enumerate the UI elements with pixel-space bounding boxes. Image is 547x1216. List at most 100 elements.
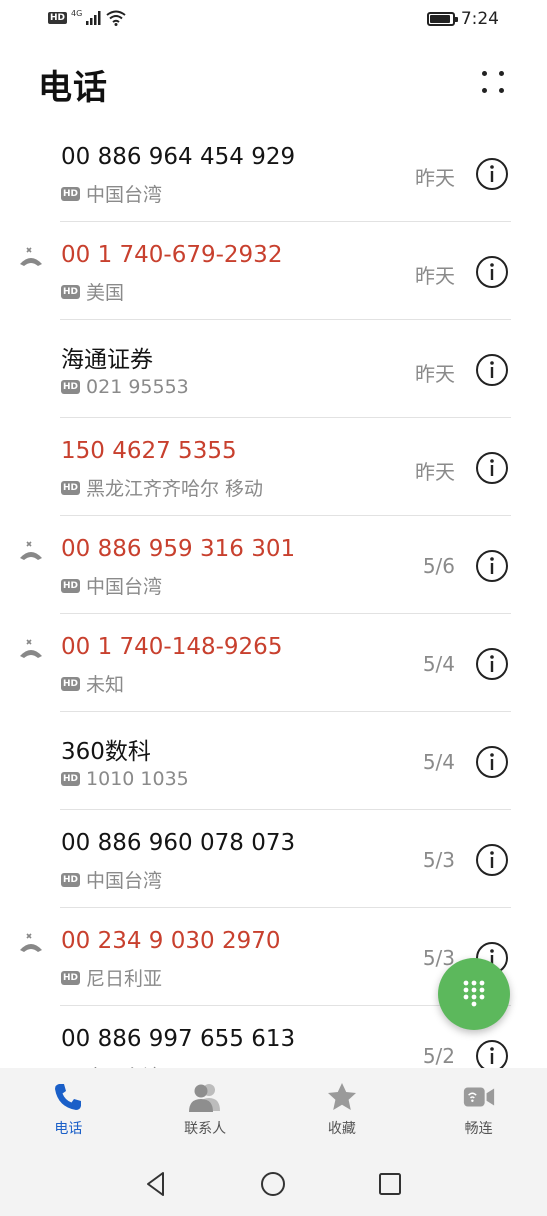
call-log-row[interactable]: 150 4627 5355 HD 黑龙江齐齐哈尔 移动 昨天 [0, 418, 547, 516]
call-date: 5/3 [422, 848, 455, 872]
call-log-row[interactable]: 00 886 959 316 301 HD 中国台湾 5/6 [0, 516, 547, 614]
call-info-icon[interactable] [475, 255, 509, 289]
call-location: 中国台湾 [86, 576, 163, 598]
call-subtitle: HD 黑龙江齐齐哈尔 移动 [61, 474, 263, 501]
call-location: 未知 [86, 674, 125, 696]
missed-call-icon [20, 933, 42, 952]
more-dot [482, 88, 487, 93]
tab-meetime[interactable]: 畅连 [410, 1068, 547, 1150]
call-date: 昨天 [415, 264, 455, 288]
dialpad-button[interactable] [438, 958, 510, 1030]
status-time: 7:24 [460, 9, 499, 29]
more-dot [499, 88, 504, 93]
hd-call-badge: HD [61, 480, 81, 495]
call-date: 昨天 [415, 362, 455, 386]
call-log-row[interactable]: 00 1 740-679-2932 HD 美国 昨天 [0, 222, 547, 320]
hd-badge: HD [48, 12, 68, 24]
call-location: 美国 [86, 282, 125, 304]
call-location: 尼日利亚 [86, 968, 163, 990]
more-dot [499, 71, 504, 76]
network-type: 4G [71, 8, 83, 18]
call-subtitle: HD 1010 1035 [61, 768, 189, 790]
call-info-icon[interactable] [475, 451, 509, 485]
call-date: 昨天 [415, 460, 455, 484]
call-location: 中国台湾 [86, 184, 163, 206]
call-name: 360数科 [61, 739, 151, 765]
signal-icon [86, 11, 101, 25]
call-subtitle: HD 美国 [61, 278, 124, 305]
hd-call-badge: HD [61, 380, 81, 394]
call-date: 5/6 [422, 554, 455, 578]
call-info-icon[interactable] [475, 353, 509, 387]
battery-icon [426, 12, 458, 26]
call-log-row[interactable]: 00 886 964 454 929 HD 中国台湾 昨天 [0, 124, 547, 222]
call-date: 昨天 [415, 166, 455, 190]
call-name: 00 234 9 030 2970 [61, 928, 281, 954]
tab-label: 联系人 [184, 1121, 227, 1137]
tab-phone[interactable]: 电话 [0, 1068, 137, 1150]
call-info-icon[interactable] [475, 1039, 509, 1068]
call-info-icon[interactable] [475, 647, 509, 681]
home-icon[interactable] [259, 1170, 287, 1198]
call-name: 00 886 959 316 301 [61, 536, 296, 562]
recents-icon[interactable] [376, 1170, 404, 1198]
tab-label: 电话 [54, 1121, 83, 1137]
hd-call-badge: HD [61, 872, 81, 887]
more-options-button[interactable] [479, 68, 507, 96]
status-left: HD 4G [48, 8, 126, 26]
call-date: 5/2 [422, 1044, 455, 1068]
call-subtitle: HD 尼日利亚 [61, 964, 162, 991]
hd-call-badge: HD [61, 676, 81, 691]
hd-call-badge: HD [61, 772, 81, 786]
call-log-list[interactable]: 00 886 964 454 929 HD 中国台湾 昨天 00 1 740-6… [0, 124, 547, 1068]
tab-favorites[interactable]: 收藏 [274, 1068, 411, 1150]
missed-call-icon [20, 541, 42, 560]
call-name: 00 1 740-148-9265 [61, 634, 283, 660]
status-right: 7:24 [426, 9, 499, 29]
phone-icon [51, 1080, 85, 1114]
hd-call-badge: HD [61, 970, 81, 985]
call-info-icon[interactable] [475, 843, 509, 877]
hd-call-badge: HD [61, 578, 81, 593]
bottom-nav: 电话 联系人 收藏 畅连 [0, 1068, 547, 1150]
missed-call-icon [20, 639, 42, 658]
call-name: 00 886 964 454 929 [61, 144, 296, 170]
wifi-icon [106, 10, 126, 26]
call-log-row[interactable]: 00 886 960 078 073 HD 中国台湾 5/3 [0, 810, 547, 908]
call-location: 021 95553 [86, 376, 189, 398]
header: 电话 [0, 56, 547, 112]
hd-call-badge: HD [61, 284, 81, 299]
call-subtitle: HD 中国台湾 [61, 866, 162, 893]
call-info-icon[interactable] [475, 549, 509, 583]
missed-call-icon [20, 247, 42, 266]
call-subtitle: HD 中国台湾 [61, 572, 162, 599]
page-title: 电话 [38, 68, 108, 108]
call-info-icon[interactable] [475, 745, 509, 779]
call-log-row[interactable]: 海通证券 HD 021 95553 昨天 [0, 320, 547, 418]
battery-fill [429, 15, 450, 23]
tab-contacts[interactable]: 联系人 [137, 1068, 274, 1150]
tab-label: 收藏 [327, 1121, 356, 1137]
back-icon[interactable] [143, 1170, 171, 1198]
dialpad-icon [463, 980, 485, 1007]
call-name: 00 886 960 078 073 [61, 830, 296, 856]
call-log-row[interactable]: 360数科 HD 1010 1035 5/4 [0, 712, 547, 810]
call-date: 5/4 [422, 750, 455, 774]
more-dot [482, 71, 487, 76]
call-name: 00 1 740-679-2932 [61, 242, 283, 268]
call-date: 5/4 [422, 652, 455, 676]
call-name: 00 886 997 655 613 [61, 1026, 296, 1052]
call-log-row[interactable]: 00 1 740-148-9265 HD 未知 5/4 [0, 614, 547, 712]
call-location: 中国台湾 [86, 870, 163, 892]
contacts-icon [188, 1080, 222, 1114]
call-info-icon[interactable] [475, 157, 509, 191]
call-name: 150 4627 5355 [61, 438, 237, 464]
call-subtitle: HD 中国台湾 [61, 180, 162, 207]
call-subtitle: HD 未知 [61, 670, 124, 697]
call-location: 黑龙江齐齐哈尔 移动 [86, 478, 264, 500]
call-subtitle: HD 021 95553 [61, 376, 189, 398]
call-location: 1010 1035 [86, 768, 189, 790]
call-name: 海通证券 [61, 347, 153, 373]
hd-call-badge: HD [61, 186, 81, 201]
system-nav-bar [0, 1150, 547, 1216]
